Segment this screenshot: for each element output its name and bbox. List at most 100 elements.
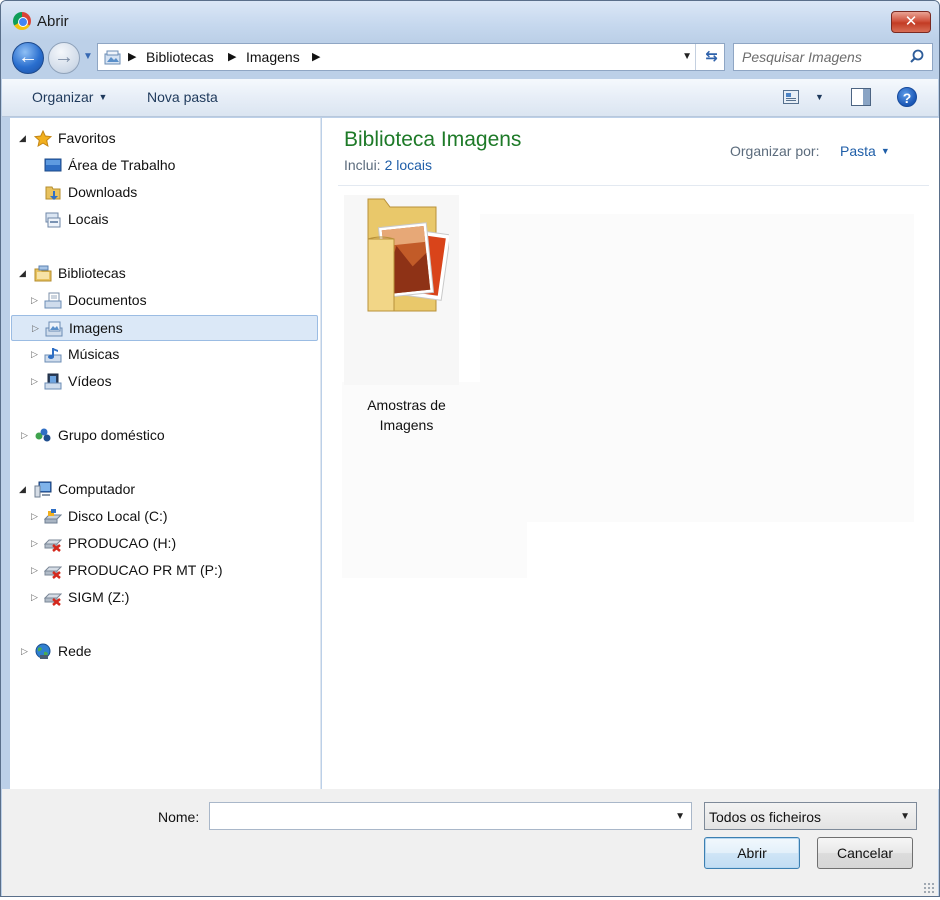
folder-label-line: Imagens	[379, 417, 434, 433]
breadcrumb-separator-icon[interactable]: ▶	[312, 50, 320, 63]
new-folder-button[interactable]: Nova pasta	[147, 89, 218, 105]
includes-label: Inclui:	[344, 157, 381, 173]
sidebar-item-documentos[interactable]: ▷ Documentos	[10, 288, 320, 314]
network-globe-icon	[35, 643, 51, 659]
breadcrumb-separator-icon[interactable]: ▶	[128, 50, 136, 63]
expand-arrow-icon[interactable]: ▷	[32, 323, 39, 334]
expand-arrow-icon[interactable]: ▷	[31, 565, 38, 576]
file-name-input[interactable]	[210, 803, 665, 829]
arrow-right-icon: →	[54, 46, 74, 68]
collapse-arrow-icon[interactable]: ◢	[19, 484, 26, 495]
computer-icon	[34, 481, 52, 498]
sidebar-item-musicas[interactable]: ▷ Músicas	[10, 342, 320, 368]
breadcrumb-imagens[interactable]: Imagens	[246, 49, 300, 65]
navigation-pane[interactable]: ◢ Favoritos Área de Trabalho Downloads L…	[10, 118, 321, 789]
sidebar-item-label: Área de Trabalho	[68, 157, 176, 173]
file-type-value: Todos os ficheiros	[709, 809, 822, 825]
collapse-arrow-icon[interactable]: ◢	[19, 133, 26, 144]
downloads-folder-icon	[45, 186, 61, 200]
sidebar-item-rede[interactable]: ▷ Rede	[10, 639, 320, 665]
sidebar-item-bibliotecas[interactable]: ◢ Bibliotecas	[10, 261, 320, 287]
sidebar-item-imagens[interactable]: ▷ Imagens	[11, 315, 318, 341]
library-title: Biblioteca Imagens	[344, 128, 522, 151]
content-pane[interactable]: Biblioteca Imagens Inclui: 2 locais Organ…	[322, 118, 939, 789]
file-type-select[interactable]: Todos os ficheiros ▼	[704, 802, 917, 830]
sidebar-item-label: PRODUCAO PR MT (P:)	[68, 562, 223, 578]
desktop-icon	[44, 158, 62, 172]
expand-arrow-icon[interactable]: ▷	[31, 538, 38, 549]
close-button[interactable]: ✕	[891, 11, 931, 33]
sidebar-item-sigm-z[interactable]: ▷ SIGM (Z:)	[10, 585, 320, 611]
arrange-by-value: Pasta	[840, 143, 876, 159]
chevron-down-icon[interactable]: ▼	[675, 811, 685, 822]
sidebar-item-producao-h[interactable]: ▷ PRODUCAO (H:)	[10, 531, 320, 557]
view-options-dropdown-icon[interactable]: ▼	[815, 92, 824, 102]
forward-button[interactable]: →	[48, 42, 80, 74]
content-divider	[338, 185, 929, 186]
sidebar-item-videos[interactable]: ▷ Vídeos	[10, 369, 320, 395]
title-bar: Abrir ✕	[1, 1, 939, 41]
folder-label-line: Amostras de	[367, 397, 446, 413]
refresh-icon[interactable]: ⇆	[705, 47, 718, 65]
chevron-down-icon: ▼	[880, 146, 890, 156]
sidebar-item-computador[interactable]: ◢ Computador	[10, 477, 320, 503]
folder-item-amostras-de-imagens[interactable]: Amostras de Imagens	[344, 195, 459, 433]
arrange-by-dropdown[interactable]: Pasta ▼	[840, 143, 890, 159]
organize-button[interactable]: Organizar ▼	[32, 89, 107, 105]
recent-pages-dropdown[interactable]: ▼	[83, 51, 93, 62]
sidebar-item-label: Favoritos	[58, 130, 116, 146]
sidebar-item-label: Bibliotecas	[58, 265, 126, 281]
command-bar: Organizar ▼ Nova pasta ▼ ?	[2, 79, 938, 117]
expand-arrow-icon[interactable]: ▷	[31, 592, 38, 603]
expand-arrow-icon[interactable]: ▷	[31, 349, 38, 360]
preview-pane-icon[interactable]	[851, 88, 871, 106]
collapse-arrow-icon[interactable]: ◢	[19, 268, 26, 279]
open-button[interactable]: Abrir	[704, 837, 800, 869]
address-dropdown-icon[interactable]: ▼	[682, 51, 692, 62]
expand-arrow-icon[interactable]: ▷	[21, 646, 28, 657]
file-name-combobox[interactable]: ▼	[209, 802, 692, 830]
navigation-bar: ← → ▼ ▶ Bibliotecas ▶ Imagens ▶ ▼ ⇆	[1, 39, 939, 77]
recent-places-icon	[45, 212, 61, 228]
search-input[interactable]	[734, 44, 904, 70]
disconnected-network-drive-icon	[44, 566, 62, 579]
expand-arrow-icon[interactable]: ▷	[31, 295, 38, 306]
help-icon[interactable]: ?	[897, 87, 917, 107]
sidebar-item-favoritos[interactable]: ◢ Favoritos	[10, 126, 320, 152]
chrome-icon	[13, 12, 31, 30]
expand-arrow-icon[interactable]: ▷	[21, 430, 28, 441]
resize-grip-icon[interactable]	[923, 882, 935, 894]
expand-arrow-icon[interactable]: ▷	[31, 511, 38, 522]
address-bar[interactable]: ▶ Bibliotecas ▶ Imagens ▶ ▼ ⇆	[97, 43, 725, 71]
sidebar-item-locais[interactable]: Locais	[10, 207, 320, 233]
sidebar-item-label: Downloads	[68, 184, 138, 200]
libraries-icon	[34, 265, 52, 282]
file-name-label: Nome:	[158, 809, 200, 825]
library-includes: Inclui: 2 locais	[344, 157, 432, 173]
includes-locations-link[interactable]: 2 locais	[385, 157, 432, 173]
search-icon[interactable]	[910, 49, 924, 63]
sidebar-item-disco-local-c[interactable]: ▷ Disco Local (C:)	[10, 504, 320, 530]
sidebar-item-producao-pr-mt-p[interactable]: ▷ PRODUCAO PR MT (P:)	[10, 558, 320, 584]
window-title: Abrir	[37, 13, 69, 30]
local-disk-icon	[44, 509, 62, 524]
open-file-dialog: Abrir ✕ ← → ▼ ▶ Bibliotecas ▶ Imagens ▶ …	[0, 0, 940, 897]
videos-library-icon	[44, 373, 62, 390]
sidebar-item-label: PRODUCAO (H:)	[68, 535, 177, 551]
breadcrumb-separator-icon[interactable]: ▶	[228, 50, 236, 63]
cancel-button[interactable]: Cancelar	[817, 837, 913, 869]
pictures-library-icon	[45, 321, 63, 337]
change-view-icon[interactable]	[783, 90, 799, 104]
sidebar-item-grupo-domestico[interactable]: ▷ Grupo doméstico	[10, 423, 320, 449]
disconnected-network-drive-icon	[44, 593, 62, 606]
search-box[interactable]	[733, 43, 933, 71]
expand-arrow-icon[interactable]: ▷	[31, 376, 38, 387]
breadcrumb-bibliotecas[interactable]: Bibliotecas	[146, 49, 214, 65]
sidebar-item-downloads[interactable]: Downloads	[10, 180, 320, 206]
homegroup-icon	[35, 428, 51, 442]
sidebar-item-label: Vídeos	[68, 373, 112, 389]
back-button[interactable]: ←	[12, 42, 44, 74]
sidebar-item-area-de-trabalho[interactable]: Área de Trabalho	[10, 153, 320, 179]
arrange-by-label: Organizar por:	[730, 143, 820, 159]
sidebar-item-label: SIGM (Z:)	[68, 589, 130, 605]
